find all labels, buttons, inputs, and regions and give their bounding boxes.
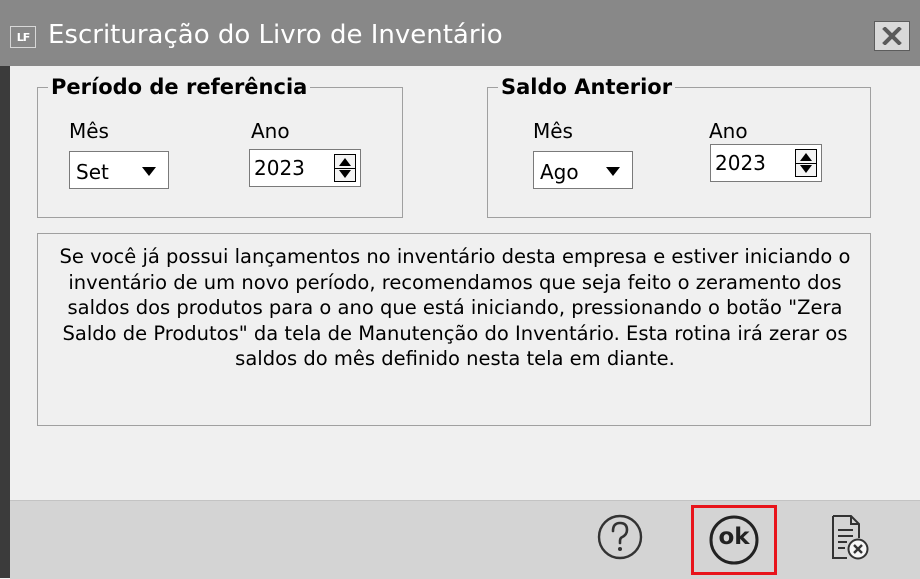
saldo-ano-spinner	[710, 144, 822, 182]
spin-up-icon	[339, 158, 351, 166]
spin-buttons[interactable]	[334, 154, 356, 182]
periodo-mes-value: Set	[76, 160, 109, 184]
chevron-down-icon	[142, 167, 156, 176]
spin-down-icon	[339, 170, 351, 178]
periodo-mes-label: Mês	[69, 119, 109, 143]
window-frame	[0, 66, 10, 578]
info-line: saldos do mês definido nesta tela em dia…	[235, 347, 675, 370]
saldo-group-title: Saldo Anterior	[498, 75, 676, 99]
info-line: saldos dos produtos para o ano que está …	[67, 296, 843, 319]
info-line: Se você já possui lançamentos no inventá…	[59, 245, 851, 268]
info-line: inventário de um novo período, recomenda…	[68, 270, 842, 294]
info-line: Saldo de Produtos" da tela de Manutenção…	[62, 321, 848, 345]
saldo-ano-input[interactable]	[715, 149, 785, 177]
saldo-mes-value: Ago	[540, 160, 579, 184]
spin-up-icon	[800, 153, 812, 161]
ok-label: ok	[718, 524, 750, 550]
spin-down-icon	[800, 165, 812, 173]
app-icon: LF	[10, 26, 36, 48]
document-cancel-icon	[832, 515, 869, 560]
saldo-ano-label: Ano	[709, 119, 748, 143]
info-message: Se você já possui lançamentos no inventá…	[38, 244, 872, 372]
saldo-mes-select[interactable]: Ago	[533, 151, 633, 189]
close-x-icon	[882, 27, 902, 45]
periodo-group-title: Período de referência	[48, 75, 311, 99]
periodo-ano-input[interactable]	[254, 154, 324, 182]
ok-button[interactable]: ok	[704, 510, 764, 570]
cancel-button[interactable]	[818, 507, 878, 567]
periodo-ano-label: Ano	[251, 119, 290, 143]
chevron-down-icon	[606, 167, 620, 176]
question-circle-icon	[597, 514, 643, 560]
periodo-mes-select[interactable]: Set	[69, 151, 169, 189]
saldo-mes-label: Mês	[533, 119, 573, 143]
title-bar: LF Escrituração do Livro de Inventário	[0, 0, 920, 67]
periodo-ano-spinner	[249, 149, 361, 187]
help-button[interactable]	[590, 507, 650, 567]
info-panel: Se você já possui lançamentos no inventá…	[37, 233, 871, 426]
window-title: Escrituração do Livro de Inventário	[48, 20, 503, 50]
close-button[interactable]	[874, 21, 910, 51]
button-bar	[10, 500, 920, 579]
spin-buttons[interactable]	[795, 149, 817, 177]
